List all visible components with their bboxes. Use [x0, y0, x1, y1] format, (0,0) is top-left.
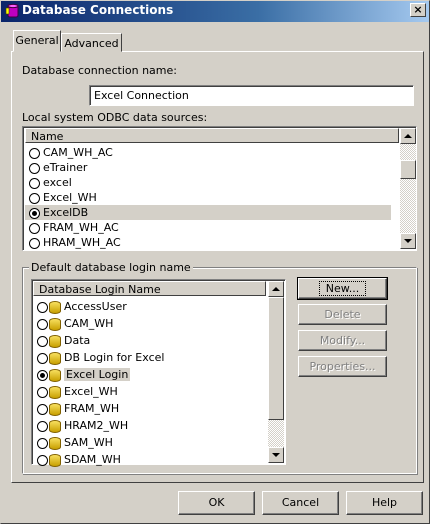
radio-icon[interactable] — [29, 222, 40, 234]
arrow-up-icon — [272, 287, 280, 291]
login-name-column-header[interactable]: Database Login Name — [33, 281, 266, 296]
radio-icon[interactable] — [29, 192, 40, 204]
help-button[interactable]: Help — [346, 491, 423, 515]
radio-icon[interactable] — [37, 403, 48, 415]
radio-selected-icon[interactable] — [29, 207, 40, 219]
arrow-down-icon — [404, 239, 412, 243]
login-label: HRAM2_WH — [64, 419, 129, 432]
arrow-up-icon — [404, 134, 412, 138]
ok-button[interactable]: OK — [178, 491, 255, 515]
odbc-rows: CAM_WH_AC eTrainer excel Excel_WH ExcelDB FRA… — [25, 145, 391, 250]
login-label: Excel_WH — [64, 385, 118, 398]
database-app-icon — [5, 3, 21, 19]
database-login-icon — [49, 300, 61, 314]
odbc-source-item[interactable]: CAM_WH_AC — [25, 145, 391, 160]
radio-icon[interactable] — [29, 147, 40, 159]
login-scroll-thumb[interactable] — [268, 297, 284, 420]
login-label: SAM_WH — [64, 436, 113, 449]
database-login-icon — [49, 385, 61, 399]
database-login-icon — [49, 368, 61, 382]
login-label: SDAM_WH — [64, 453, 121, 466]
radio-icon[interactable] — [37, 437, 48, 449]
window-title: Database Connections — [22, 3, 174, 17]
odbc-source-item[interactable]: ExcelDB — [25, 205, 391, 220]
odbc-source-item[interactable]: eTrainer — [25, 160, 391, 175]
odbc-source-label: HRAM_WH_AC — [43, 236, 121, 249]
login-label: CAM_WH — [64, 317, 114, 330]
odbc-sources-label: Local system ODBC data sources: — [22, 111, 208, 124]
login-label: FRAM_WH — [64, 402, 120, 415]
database-login-icon — [49, 402, 61, 416]
tab-advanced[interactable]: Advanced — [61, 33, 122, 52]
login-scroll-down-button[interactable] — [268, 447, 284, 463]
odbc-source-item[interactable]: HRAM_WH_AC — [25, 235, 391, 250]
odbc-source-label: FRAM_WH_AC — [43, 221, 119, 234]
login-item[interactable]: Excel_WH — [33, 383, 266, 400]
database-login-icon — [49, 453, 61, 467]
odbc-source-label: ExcelDB — [43, 206, 89, 219]
radio-icon[interactable] — [29, 237, 40, 249]
database-login-icon — [49, 351, 61, 365]
properties-login-button[interactable]: Properties... — [298, 356, 387, 377]
odbc-scrollbar[interactable] — [400, 128, 416, 249]
connection-name-label: Database connection name: — [22, 64, 177, 77]
odbc-source-item[interactable]: FRAM_WH_AC — [25, 220, 391, 235]
odbc-scroll-thumb[interactable] — [400, 160, 416, 179]
login-item[interactable]: Data — [33, 332, 266, 349]
login-item[interactable]: DB Login for Excel — [33, 349, 266, 366]
login-item[interactable]: SAM_WH — [33, 434, 266, 451]
radio-icon[interactable] — [29, 177, 40, 189]
login-item[interactable]: HRAM2_WH — [33, 417, 266, 434]
radio-icon[interactable] — [37, 335, 48, 347]
new-login-button-label: New... — [318, 281, 367, 296]
cancel-button[interactable]: Cancel — [262, 491, 339, 515]
close-button[interactable]: × — [410, 3, 426, 17]
odbc-source-label: excel — [43, 176, 72, 189]
new-login-button[interactable]: New... — [297, 277, 388, 300]
radio-icon[interactable] — [37, 318, 48, 330]
login-item[interactable]: Excel Login — [33, 366, 266, 383]
login-item[interactable]: CAM_WH — [33, 315, 266, 332]
login-item[interactable]: AccessUser — [33, 298, 266, 315]
modify-login-button[interactable]: Modify... — [298, 330, 387, 351]
database-login-icon — [49, 334, 61, 348]
odbc-source-label: eTrainer — [43, 161, 88, 174]
database-login-icon — [49, 317, 61, 331]
login-label: Excel Login — [64, 368, 131, 381]
odbc-source-label: Excel_WH — [43, 191, 97, 204]
login-rows: AccessUser CAM_WH Data DB Login for Excel Ex… — [33, 298, 266, 468]
arrow-down-icon — [272, 453, 280, 457]
radio-icon[interactable] — [29, 162, 40, 174]
login-item[interactable]: FRAM_WH — [33, 400, 266, 417]
radio-icon[interactable] — [37, 454, 48, 466]
login-item[interactable]: SDAM_WH — [33, 451, 266, 468]
close-icon: × — [413, 3, 423, 16]
odbc-name-column-header[interactable]: Name — [25, 128, 399, 143]
odbc-scroll-down-button[interactable] — [400, 233, 416, 249]
login-scroll-up-button[interactable] — [268, 281, 284, 297]
radio-icon[interactable] — [37, 301, 48, 313]
radio-icon[interactable] — [37, 386, 48, 398]
odbc-source-item[interactable]: Excel_WH — [25, 190, 391, 205]
odbc-source-item[interactable]: excel — [25, 175, 391, 190]
connection-name-input[interactable]: Excel Connection — [89, 85, 414, 106]
login-group-label: Default database login name — [29, 261, 193, 274]
tab-general[interactable]: General — [13, 30, 61, 52]
login-label: DB Login for Excel — [64, 351, 165, 364]
database-login-icon — [49, 419, 61, 433]
radio-icon[interactable] — [37, 352, 48, 364]
radio-icon[interactable] — [37, 420, 48, 432]
database-login-icon — [49, 436, 61, 450]
login-label: AccessUser — [64, 300, 127, 313]
odbc-source-label: CAM_WH_AC — [43, 146, 113, 159]
odbc-scroll-up-button[interactable] — [400, 128, 416, 144]
radio-selected-icon[interactable] — [37, 369, 48, 381]
delete-login-button[interactable]: Delete — [298, 304, 387, 325]
login-label: Data — [64, 334, 91, 347]
